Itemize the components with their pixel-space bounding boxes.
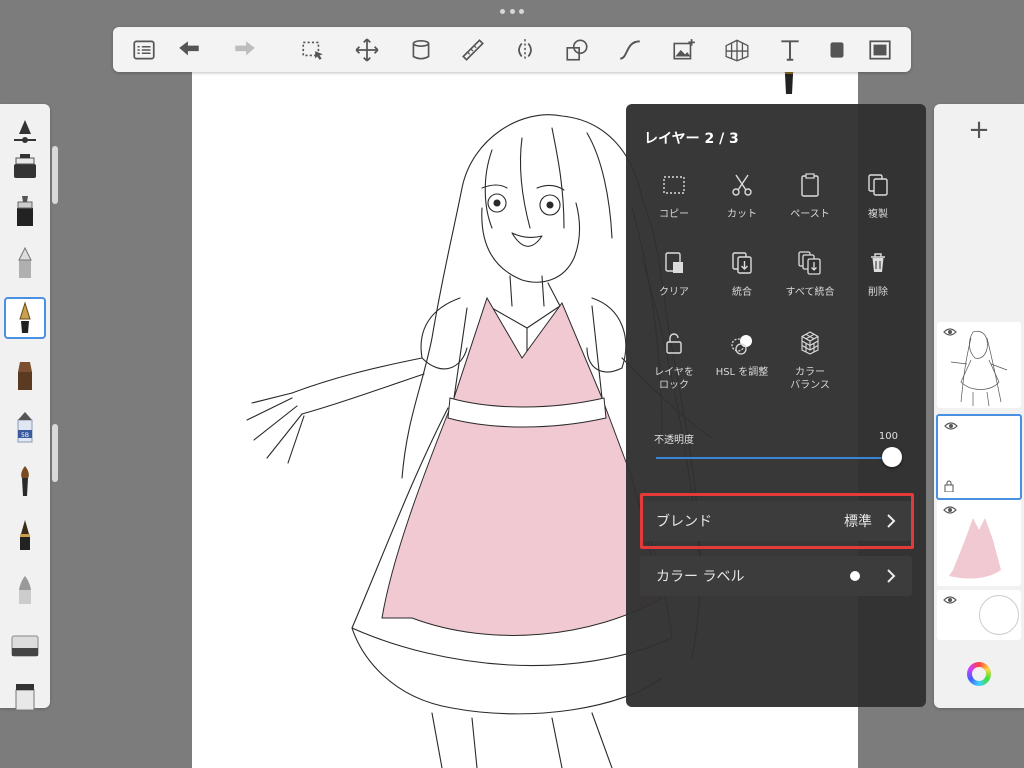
opacity-value: 100 bbox=[878, 431, 898, 442]
eye-icon[interactable] bbox=[944, 421, 958, 431]
layers-toggle-icon[interactable] bbox=[823, 36, 851, 64]
eraser-icon[interactable] bbox=[6, 626, 44, 664]
menu-list-icon[interactable] bbox=[130, 36, 158, 64]
blend-highlight-annotation bbox=[640, 493, 914, 549]
layer-menu-popover: レイヤー 2 / 3 コピー カット ペースト 複製 クリア 統合 すべて統合 … bbox=[626, 104, 926, 707]
cut-button[interactable]: カット bbox=[708, 172, 776, 221]
color-label-row[interactable]: カラー ラベル bbox=[640, 556, 912, 596]
lock-layer-button[interactable]: レイヤを ロック bbox=[640, 330, 708, 392]
airbrush-icon[interactable] bbox=[6, 192, 44, 230]
selection-icon[interactable] bbox=[299, 36, 327, 64]
layer-thumbnail-lineart[interactable] bbox=[937, 322, 1021, 408]
fill-bucket-icon[interactable] bbox=[407, 36, 435, 64]
ink-pen-brush[interactable] bbox=[4, 297, 46, 339]
copy-button[interactable]: コピー bbox=[640, 172, 708, 221]
chevron-right-icon bbox=[887, 569, 896, 583]
insert-image-icon[interactable] bbox=[670, 36, 698, 64]
layers-panel: + bbox=[934, 104, 1024, 708]
clear-button[interactable]: クリア bbox=[640, 250, 708, 299]
top-toolbar bbox=[113, 27, 911, 72]
eye-icon[interactable] bbox=[943, 327, 957, 337]
pencil-5b-icon[interactable]: 5B bbox=[6, 408, 44, 446]
color-balance-icon bbox=[801, 331, 819, 355]
perspective-grid-icon[interactable] bbox=[723, 36, 751, 64]
shapes-icon[interactable] bbox=[563, 36, 591, 64]
smudge-icon[interactable] bbox=[6, 570, 44, 608]
merge-icon bbox=[732, 252, 752, 274]
delete-button[interactable]: 削除 bbox=[844, 250, 912, 299]
merge-all-icon bbox=[798, 251, 821, 275]
paste-button[interactable]: ペースト bbox=[776, 172, 844, 221]
text-tool-icon[interactable] bbox=[776, 36, 804, 64]
layer-thumbnail-empty-selected[interactable] bbox=[936, 414, 1022, 500]
paste-icon bbox=[801, 173, 819, 197]
trash-icon bbox=[871, 253, 885, 272]
layer-thumbnail-background[interactable] bbox=[937, 590, 1021, 640]
clear-icon bbox=[665, 252, 683, 273]
redo-icon[interactable] bbox=[231, 36, 259, 64]
curve-icon[interactable] bbox=[616, 36, 644, 64]
marker-icon[interactable] bbox=[6, 148, 44, 186]
multitask-dots[interactable] bbox=[500, 9, 524, 15]
eye-icon[interactable] bbox=[943, 595, 957, 605]
duplicate-icon bbox=[868, 174, 888, 196]
flat-brush-icon[interactable] bbox=[6, 356, 44, 394]
ruler-icon[interactable] bbox=[459, 36, 487, 64]
color-wheel-icon[interactable] bbox=[967, 662, 991, 686]
brush-opacity-slider[interactable] bbox=[52, 424, 58, 482]
color-label-label: カラー ラベル bbox=[656, 569, 745, 585]
opacity-slider-track[interactable] bbox=[656, 457, 892, 459]
ink-brush-icon[interactable] bbox=[6, 516, 44, 554]
paintbrush-icon[interactable] bbox=[6, 462, 44, 500]
scissors-icon bbox=[732, 174, 752, 196]
lock-icon bbox=[666, 333, 682, 354]
symmetry-icon[interactable] bbox=[511, 36, 539, 64]
merge-all-button[interactable]: すべて統合 bbox=[776, 250, 844, 299]
layer-menu-title: レイヤー 2 / 3 bbox=[644, 131, 739, 147]
undo-icon[interactable] bbox=[175, 36, 203, 64]
add-layer-button[interactable]: + bbox=[934, 104, 1024, 156]
alpha-lock-icon bbox=[944, 480, 954, 492]
block-eraser-icon[interactable] bbox=[6, 678, 44, 716]
fullscreen-icon[interactable] bbox=[866, 36, 894, 64]
ink-pen-icon bbox=[19, 301, 31, 333]
hsl-icon bbox=[731, 335, 752, 355]
opacity-slider-knob[interactable] bbox=[882, 447, 902, 467]
pencil-icon[interactable] bbox=[6, 244, 44, 282]
color-label-dot bbox=[850, 571, 860, 581]
move-icon[interactable] bbox=[353, 36, 381, 64]
eye-icon[interactable] bbox=[943, 505, 957, 515]
color-balance-button[interactable]: カラー バランス bbox=[776, 330, 844, 392]
svg-text:5B: 5B bbox=[21, 432, 29, 439]
adjust-hsl-button[interactable]: HSL を調整 bbox=[708, 330, 776, 379]
copy-dashed-icon bbox=[663, 176, 685, 194]
brush-size-slider[interactable] bbox=[52, 146, 58, 204]
brush-palette: 5B bbox=[0, 104, 50, 711]
merge-button[interactable]: 統合 bbox=[708, 250, 776, 299]
layer-thumbnail-dress[interactable] bbox=[937, 500, 1021, 586]
brush-settings-icon[interactable] bbox=[6, 112, 44, 150]
opacity-label: 不透明度 bbox=[654, 435, 694, 446]
duplicate-button[interactable]: 複製 bbox=[844, 172, 912, 221]
background-color-swatch bbox=[979, 595, 1019, 635]
